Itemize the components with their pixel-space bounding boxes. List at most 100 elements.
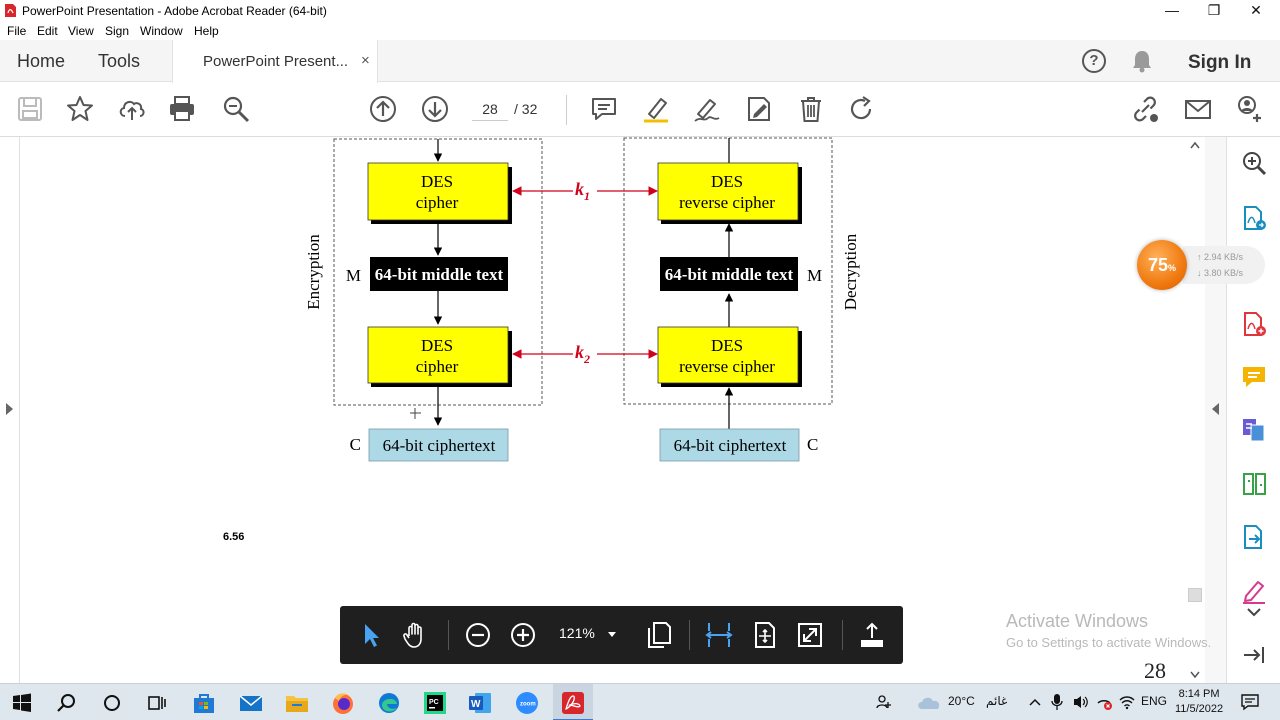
email-icon[interactable] [1183,94,1213,124]
delete-trash-icon[interactable] [796,94,826,124]
collapse-panel-icon[interactable] [1240,641,1268,669]
fill-sign-icon[interactable] [744,94,774,124]
windows-taskbar: PC W zoom 20°C غائم ENG 8:14 PM 11/5/202… [0,683,1280,720]
windows-start-icon[interactable] [9,690,35,716]
zoom-dropdown-caret-icon[interactable] [607,631,617,638]
zoom-level-dropdown[interactable]: 121% [559,625,595,641]
comment-tool-icon[interactable] [1240,363,1268,391]
weather-condition[interactable]: غائم [986,694,1007,708]
sign-in-button[interactable]: Sign In [1188,52,1251,74]
menu-window[interactable]: Window [140,24,183,38]
notification-center-icon[interactable] [1240,693,1260,711]
comment-icon[interactable] [589,94,619,124]
menu-view[interactable]: View [68,24,94,38]
mail-icon[interactable] [238,690,264,716]
fill-and-sign-icon[interactable] [1240,577,1268,605]
download-speed: ↓ 3.80 KB/s [1197,268,1244,278]
acrobat-window: PowerPoint Presentation - Adobe Acrobat … [0,0,1280,720]
export-pdf-icon[interactable] [1240,204,1268,232]
menu-sign[interactable]: Sign [105,24,129,38]
share-link-icon[interactable] [1130,94,1160,124]
fit-page-icon[interactable] [750,620,780,650]
wifi-icon[interactable] [1118,694,1136,710]
cipher-label: cipher [416,193,459,212]
people-icon[interactable] [876,694,892,710]
pycharm-icon[interactable]: PC [422,690,448,716]
fullscreen-icon[interactable] [795,620,825,650]
activate-subtitle: Go to Settings to activate Windows. [1006,635,1212,650]
zoom-search-icon[interactable] [221,94,251,124]
left-panel-toggle[interactable] [0,137,20,683]
highlight-pen-icon[interactable] [641,94,671,124]
acrobat-taskbar-icon[interactable] [560,690,586,716]
word-icon[interactable]: W [467,690,493,716]
combine-files-icon[interactable] [1240,416,1268,444]
minimize-button[interactable]: — [1150,0,1194,22]
network-error-icon[interactable] [1095,694,1113,710]
draw-signature-icon[interactable] [692,94,722,124]
menu-file[interactable]: File [7,24,26,38]
restore-button[interactable]: ❐ [1192,0,1236,22]
language-indicator[interactable]: ENG [1141,694,1167,708]
edge-icon[interactable] [376,690,402,716]
show-hidden-icons-icon[interactable] [1029,698,1041,706]
task-view-icon[interactable] [144,690,170,716]
zoom-in-tool-icon[interactable] [1240,149,1268,177]
middle-text-label: 64-bit middle text [665,265,794,284]
document-page: DES cipher M 64-bit middle text DES ciph… [21,137,1185,683]
speed-panel: ↑ 2.94 KB/s ↓ 3.80 KB/s [1183,246,1265,284]
redo-rotate-icon[interactable] [847,94,877,124]
previous-page-icon[interactable] [368,94,398,124]
share-upload-icon[interactable] [857,620,887,650]
vertical-scrollbar[interactable] [1185,137,1205,683]
svg-text:PC: PC [429,699,439,706]
float-divider [842,620,843,650]
add-user-icon[interactable] [1234,94,1264,124]
close-tab-icon[interactable]: × [361,52,370,69]
search-icon[interactable] [54,690,80,716]
next-page-icon[interactable] [420,94,450,124]
scrollbar-thumb[interactable] [1188,588,1202,602]
zoom-in-icon[interactable] [508,620,538,650]
store-icon[interactable] [191,690,217,716]
page-display-icon[interactable] [644,620,674,650]
cortana-icon[interactable] [99,690,125,716]
tab-home[interactable]: Home [17,51,65,72]
select-cursor-icon[interactable] [356,620,386,650]
hand-tool-icon[interactable] [400,620,430,650]
system-clock[interactable]: 8:14 PM 11/5/2022 [1175,687,1223,717]
float-divider [448,620,449,650]
star-bookmark-icon[interactable] [65,94,95,124]
key-k1-label: k1 [575,179,590,203]
fit-width-icon[interactable] [704,620,734,650]
scroll-down-icon[interactable] [1190,671,1200,679]
file-explorer-icon[interactable] [284,690,310,716]
bell-icon[interactable] [1130,48,1154,74]
cloud-upload-icon[interactable] [117,94,147,124]
tab-tools[interactable]: Tools [98,51,140,72]
microphone-icon[interactable] [1050,693,1064,711]
organize-pages-icon[interactable] [1240,470,1268,498]
network-speed-widget[interactable]: ↑ 2.94 KB/s ↓ 3.80 KB/s 75% [1137,240,1267,290]
main-toolbar: 28 / 32 [0,83,1280,137]
zoom-out-icon[interactable] [463,620,493,650]
firefox-icon[interactable] [330,690,356,716]
print-icon[interactable] [167,94,197,124]
scroll-up-icon[interactable] [1190,141,1200,149]
des-label: DES [711,172,743,191]
zoom-app-icon[interactable]: zoom [514,690,540,716]
send-for-review-icon[interactable] [1240,523,1268,551]
close-window-button[interactable]: ✕ [1234,0,1278,22]
activate-windows-watermark: Activate Windows Go to Settings to activ… [1006,611,1211,650]
volume-icon[interactable] [1072,694,1090,710]
menu-help[interactable]: Help [194,24,219,38]
right-panel-toggle[interactable] [1205,137,1227,683]
weather-temp[interactable]: 20°C [948,694,975,708]
tab-document[interactable]: PowerPoint Present... × [172,40,378,83]
page-number-input[interactable]: 28 [472,97,508,121]
more-tools-chevron-icon[interactable] [1246,607,1262,617]
create-pdf-icon[interactable] [1240,310,1268,338]
menu-edit[interactable]: Edit [37,24,58,38]
save-icon[interactable] [15,94,45,124]
help-icon[interactable]: ? [1082,49,1106,73]
